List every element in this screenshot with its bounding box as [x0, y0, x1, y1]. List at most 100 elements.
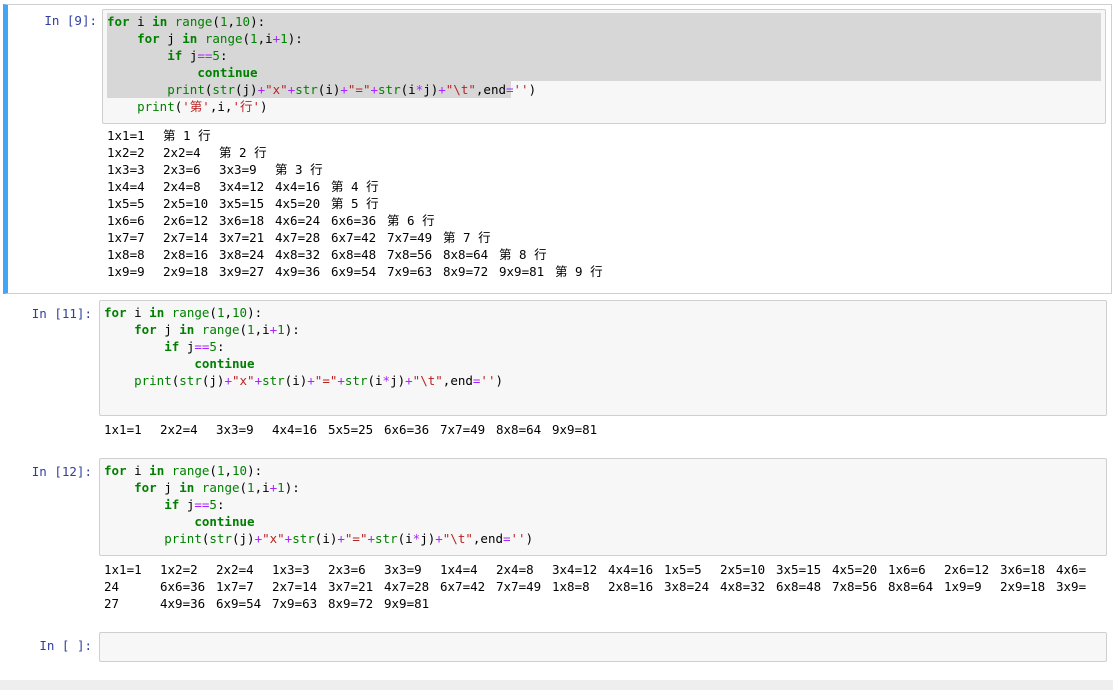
output-value: 6x8=48: [776, 579, 822, 594]
output-value: 8x8=64: [443, 247, 489, 262]
output-value: 2x4=8: [496, 562, 534, 577]
output-value: 4x7=28: [275, 230, 321, 245]
output-value: 第 9 行: [555, 264, 603, 279]
output-line: 24 6x6=36 1x7=7 2x7=14 3x7=21 4x7=28 6x7=42 7x7…: [104, 578, 1086, 595]
code-line: for i in range(1,10):: [107, 14, 266, 29]
output-value: 3x6=18: [219, 213, 265, 228]
output-value: 6x8=48: [331, 247, 377, 262]
output-line: 27 4x9=36 6x9=54 7x9=63 8x9=72 9x9=81: [104, 595, 1086, 612]
output-value: 2x3=6: [163, 162, 201, 177]
output-value: 4x9=36: [160, 596, 206, 611]
output-value: 1x9=9: [944, 579, 982, 594]
output-value: 3x8=24: [664, 579, 710, 594]
output-value: 1x5=5: [107, 196, 145, 211]
output-line: 1x9=9 2x9=18 3x9=27 4x9=36 6x9=54 7x9=63 8x9=7…: [107, 263, 603, 280]
code-editor[interactable]: for i in range(1,10): for j in range(1,i…: [102, 9, 1106, 124]
output-value: 3x6=18: [1000, 562, 1046, 577]
code-cell-empty[interactable]: In [ ]:: [0, 632, 1113, 662]
output-value: 8x8=64: [888, 579, 934, 594]
output-line: 1x1=1 1x2=2 2x2=4 1x3=3 2x3=6 3x3=9 1x4=4 2x4=8…: [104, 561, 1086, 578]
horizontal-scrollbar[interactable]: [0, 680, 1113, 690]
output-value: 1x4=4: [440, 562, 478, 577]
output-value: 4x8=32: [275, 247, 321, 262]
output-value: 2x4=8: [163, 179, 201, 194]
output-line: 1x8=8 2x8=16 3x8=24 4x8=32 6x8=48 7x8=56 8x8=6…: [107, 246, 603, 263]
output-value: 7x7=49: [496, 579, 542, 594]
code-cell-11[interactable]: In [11]: for i in range(1,10): for j in …: [0, 300, 1113, 448]
output-value: 1x2=2: [107, 145, 145, 160]
code-line: if j==5:: [164, 497, 225, 512]
output-value: 9x9=81: [552, 422, 598, 437]
output-value: 7x9=63: [272, 596, 318, 611]
output-value: 1x3=3: [107, 162, 145, 177]
code-line: if j==5:: [164, 339, 225, 354]
code-line: print(str(j)+"x"+str(i)+"="+str(i*j)+"\t…: [134, 373, 504, 388]
output-value: 4x6=: [1056, 562, 1087, 577]
output-line: 1x3=3 2x3=6 3x3=9 第 3 行: [107, 161, 603, 178]
output-value: 3x8=24: [219, 247, 265, 262]
code-line: continue: [194, 514, 255, 529]
output-value: 第 8 行: [499, 247, 547, 262]
output-value: 第 1 行: [163, 128, 211, 143]
output-value: 第 5 行: [331, 196, 379, 211]
output-value: 1x6=6: [888, 562, 926, 577]
output-value: 1x8=8: [107, 247, 145, 262]
output-value: 4x5=20: [275, 196, 321, 211]
output-value: 3x9=: [1056, 579, 1087, 594]
output-value: 1x7=7: [107, 230, 145, 245]
output-value: 8x8=64: [496, 422, 542, 437]
code-editor-empty[interactable]: [99, 632, 1107, 662]
output-value: 2x5=10: [720, 562, 766, 577]
output-value: 2x2=4: [216, 562, 254, 577]
code-line: continue: [197, 65, 258, 80]
output-value: 4x9=36: [275, 264, 321, 279]
output-value: 第 4 行: [331, 179, 379, 194]
code-line: for j in range(1,i+1):: [134, 322, 300, 337]
output-value: 1x2=2: [160, 562, 198, 577]
output-line: 1x4=4 2x4=8 3x4=12 4x4=16 第 4 行: [107, 178, 603, 195]
output-value: 1x7=7: [216, 579, 254, 594]
output-value: 4x6=24: [275, 213, 321, 228]
code-line: if j==5:: [167, 48, 228, 63]
code-editor[interactable]: for i in range(1,10): for j in range(1,i…: [99, 458, 1107, 556]
output-value: 3x7=21: [219, 230, 265, 245]
output-value: 3x7=21: [328, 579, 374, 594]
output-value: 2x6=12: [944, 562, 990, 577]
output-value: 1x4=4: [107, 179, 145, 194]
output-line: 1x7=7 2x7=14 3x7=21 4x7=28 6x7=42 7x7=49 第 7 行: [107, 229, 603, 246]
input-prompt: In [12]:: [31, 464, 92, 479]
output-value: 第 3 行: [275, 162, 323, 177]
code-cell-9[interactable]: In [9]: for i in range(1,10): for j in r…: [3, 4, 1112, 294]
input-prompt: In [ ]:: [39, 638, 92, 653]
output-value: 2x7=14: [272, 579, 318, 594]
output-value: 第 6 行: [387, 213, 435, 228]
output-value: 5x5=25: [328, 422, 374, 437]
output-line: 1x1=1 第 1 行: [107, 127, 603, 144]
output-value: 6x6=36: [384, 422, 430, 437]
output-value: 2x2=4: [163, 145, 201, 160]
output-value: 3x4=12: [552, 562, 598, 577]
output-value: 24: [104, 579, 120, 594]
output-value: 2x8=16: [163, 247, 209, 262]
output-value: 2x5=10: [163, 196, 209, 211]
output-value: 2x9=18: [1000, 579, 1046, 594]
output-value: 6x6=36: [331, 213, 377, 228]
output-value: 6x6=36: [160, 579, 206, 594]
output-value: 4x4=16: [272, 422, 318, 437]
output-value: 8x9=72: [443, 264, 489, 279]
cell-output: 1x1=1 第 1 行 1x2=2 2x2=4 第 2 行 1x3=3 2x3=6 3x3=9…: [107, 127, 603, 280]
cell-output: 1x1=1 2x2=4 3x3=9 4x4=16 5x5=25 6x6=36 7x7=49 8…: [104, 421, 597, 438]
code-cell-12[interactable]: In [12]: for i in range(1,10): for j in …: [0, 458, 1113, 618]
output-line: 1x5=5 2x5=10 3x5=15 4x5=20 第 5 行: [107, 195, 603, 212]
code-editor[interactable]: for i in range(1,10): for j in range(1,i…: [99, 300, 1107, 416]
code-line: print(str(j)+"x"+str(i)+"="+str(i*j)+"\t…: [167, 82, 537, 97]
output-value: 7x8=56: [832, 579, 878, 594]
output-value: 3x9=27: [219, 264, 265, 279]
output-value: 6x9=54: [331, 264, 377, 279]
output-value: 1x1=1: [104, 422, 142, 437]
output-value: 第 2 行: [219, 145, 267, 160]
code-line: for i in range(1,10):: [104, 463, 263, 478]
code-line: print(str(j)+"x"+str(i)+"="+str(i*j)+"\t…: [164, 531, 534, 546]
output-value: 2x8=16: [608, 579, 654, 594]
output-value: 1x6=6: [107, 213, 145, 228]
